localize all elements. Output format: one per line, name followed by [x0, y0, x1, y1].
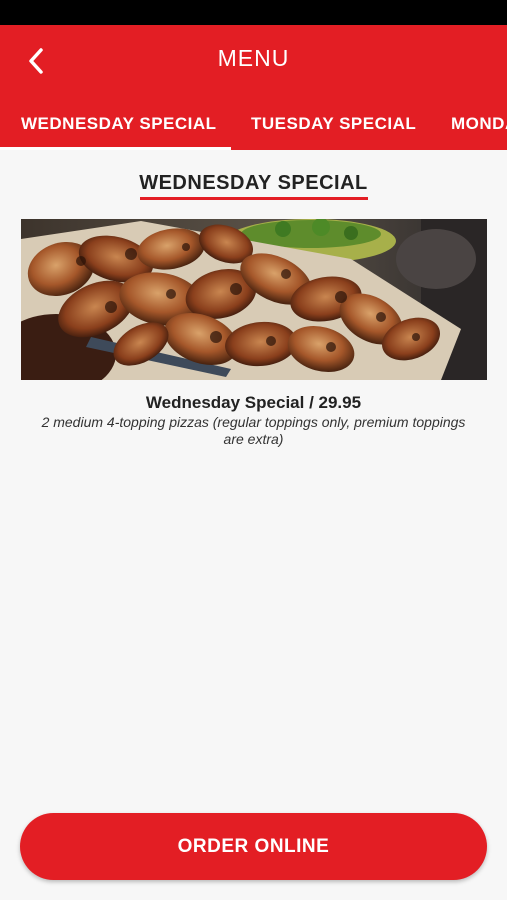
menu-item-image	[21, 219, 487, 380]
tab-wednesday-special[interactable]: WEDNESDAY SPECIAL	[21, 97, 217, 150]
tab-monday-special[interactable]: MONDA	[451, 97, 507, 150]
tab-bar: WEDNESDAY SPECIAL TUESDAY SPECIAL MONDA	[0, 97, 507, 150]
menu-item-description: 2 medium 4-topping pizzas (regular toppi…	[41, 414, 466, 447]
grilled-chicken-wings-photo	[21, 219, 487, 380]
status-bar	[0, 0, 507, 25]
active-tab-indicator	[0, 147, 231, 150]
section-title-underline	[140, 197, 368, 200]
menu-item-title: Wednesday Special / 29.95	[145, 393, 362, 412]
app-header: MENU WEDNESDAY SPECIAL TUESDAY SPECIAL M…	[0, 25, 507, 150]
page-title: MENU	[217, 45, 290, 71]
tab-tuesday-special[interactable]: TUESDAY SPECIAL	[251, 97, 416, 150]
section-title: WEDNESDAY SPECIAL	[139, 172, 368, 194]
order-online-button[interactable]: ORDER ONLINE	[20, 813, 487, 880]
